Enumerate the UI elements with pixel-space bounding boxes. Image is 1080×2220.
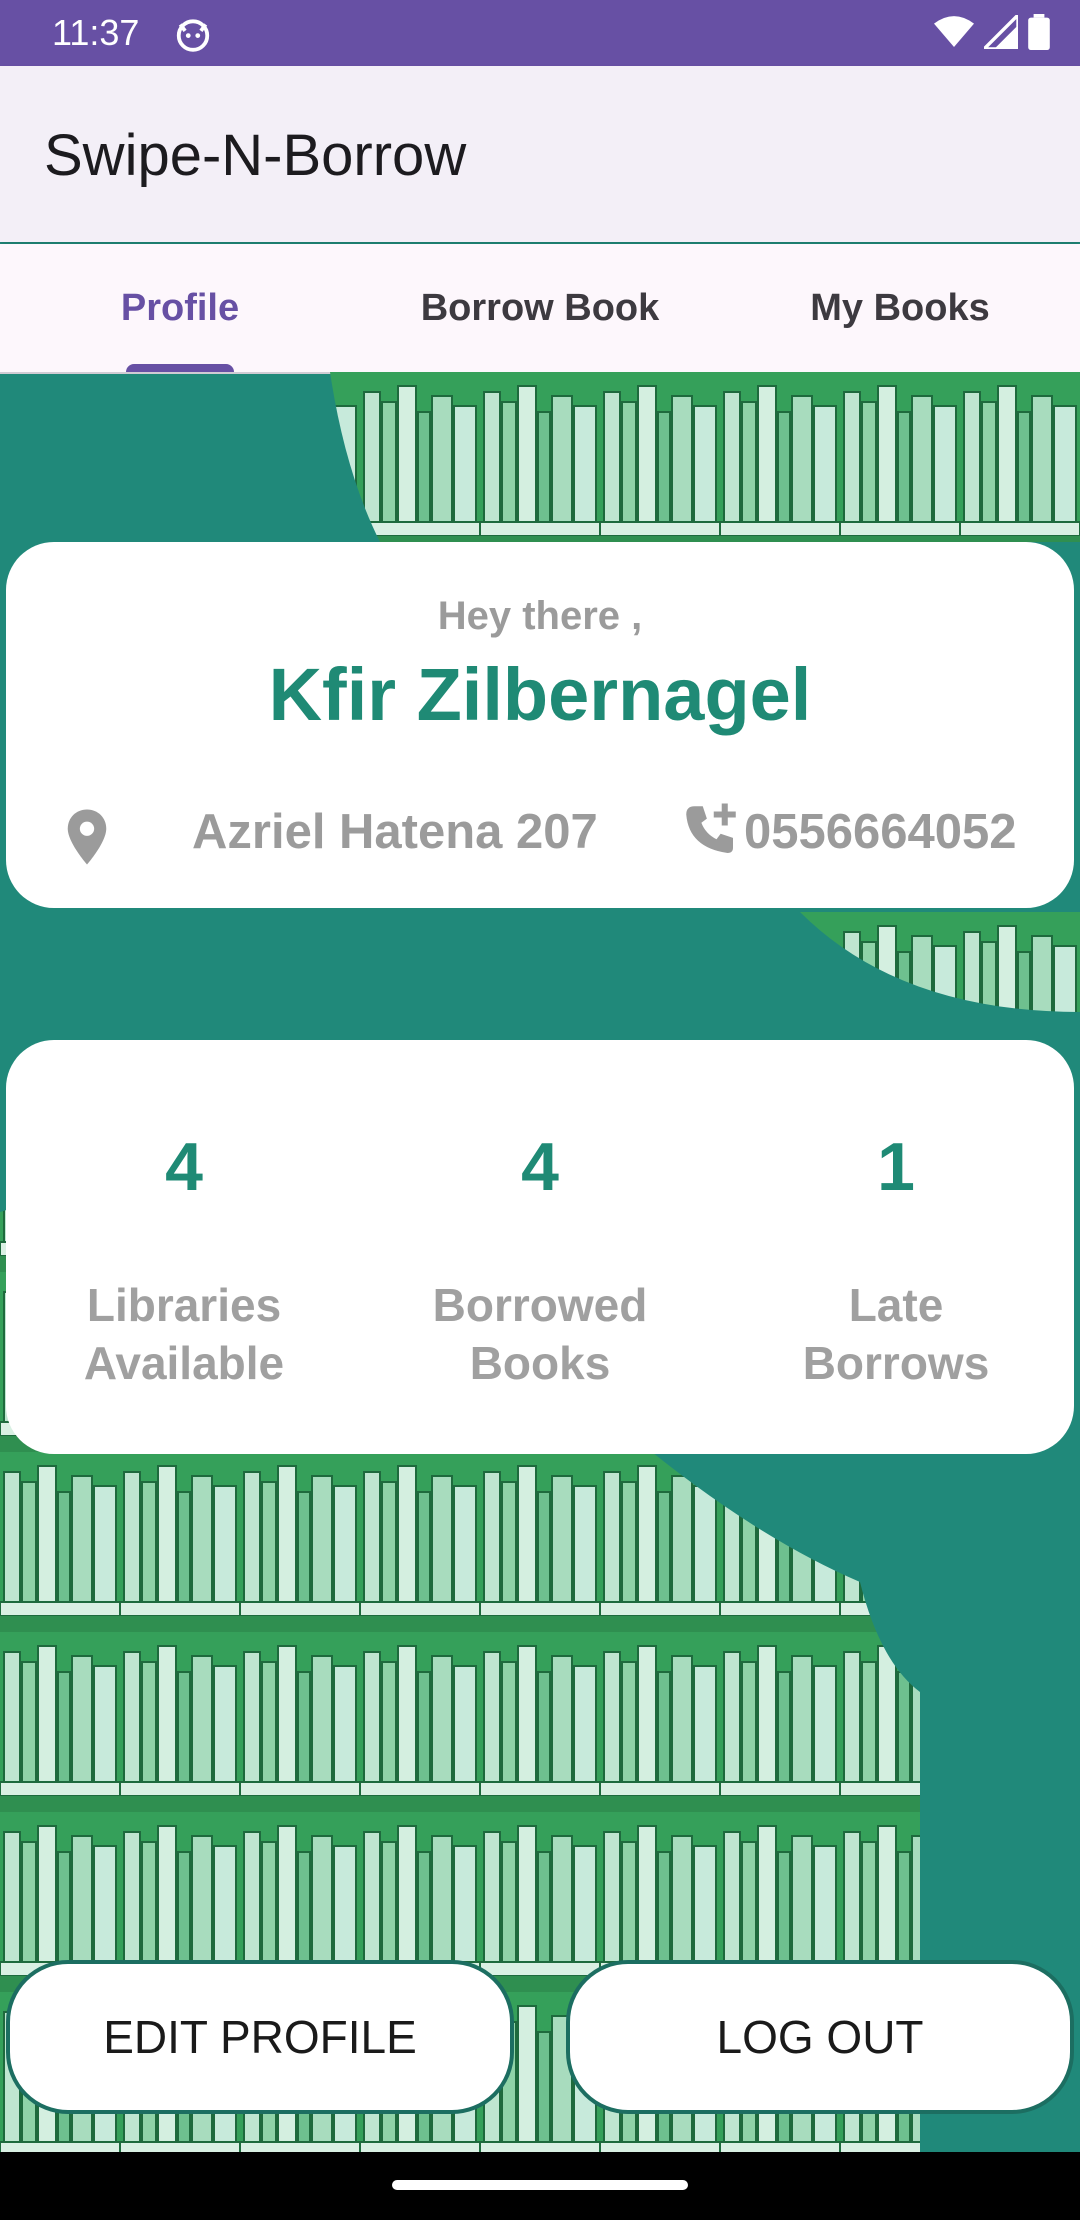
wifi-icon <box>934 16 974 47</box>
status-time: 11:37 <box>52 12 140 53</box>
phone-add-icon <box>686 803 736 853</box>
system-nav-bar <box>0 2152 1080 2220</box>
stat-late-borrows: 1 Late Borrows <box>718 1040 1074 1454</box>
cat-notification-icon <box>176 19 210 52</box>
location-pin-icon <box>67 809 107 865</box>
home-gesture-handle[interactable] <box>392 2180 688 2190</box>
app-bar: Swipe-N-Borrow <box>0 66 1080 242</box>
stat-borrowed-books: 4 Borrowed Books <box>362 1040 718 1454</box>
user-name: Kfir Zilbernagel <box>268 653 812 736</box>
stat-label-line: Borrows <box>802 1337 990 1389</box>
log-out-button[interactable]: LOG OUT <box>566 1960 1074 2114</box>
stat-label-line: Libraries <box>86 1279 282 1331</box>
stat-value: 4 <box>521 1129 559 1205</box>
app-title: Swipe-N-Borrow <box>44 123 467 188</box>
stat-label: Libraries Available <box>6 1276 362 1392</box>
status-bar: 11:37 <box>0 0 1080 66</box>
stat-label-line: Borrowed <box>432 1279 648 1331</box>
cell-signal-icon <box>984 15 1018 49</box>
stat-label-line: Books <box>469 1337 611 1389</box>
greeting-text: Hey there , <box>437 594 643 638</box>
stat-label: Borrowed Books <box>362 1276 718 1392</box>
stat-value: 4 <box>165 1129 203 1205</box>
stat-libraries: 4 Libraries Available <box>6 1040 362 1454</box>
profile-card: Hey there , Kfir Zilbernagel Azriel Hate… <box>6 542 1074 908</box>
edit-profile-button[interactable]: EDIT PROFILE <box>6 1960 514 2114</box>
status-icons <box>934 14 1050 50</box>
address-text: Azriel Hatena 207 <box>192 805 598 859</box>
stat-value: 1 <box>877 1129 915 1205</box>
stat-label-line: Late <box>848 1279 944 1331</box>
stat-label: Late Borrows <box>718 1276 1074 1392</box>
phone-text: 0556664052 <box>744 805 1017 859</box>
stat-label-line: Available <box>83 1337 285 1389</box>
tab-borrow-book[interactable]: Borrow Book <box>360 244 720 372</box>
battery-icon <box>1028 14 1050 50</box>
tab-profile[interactable]: Profile <box>0 244 360 372</box>
stats-card: 4 Libraries Available 4 Borrowed Books 1… <box>6 1040 1074 1454</box>
tab-my-books[interactable]: My Books <box>720 244 1080 372</box>
tab-bar: Profile Borrow Book My Books <box>0 244 1080 374</box>
